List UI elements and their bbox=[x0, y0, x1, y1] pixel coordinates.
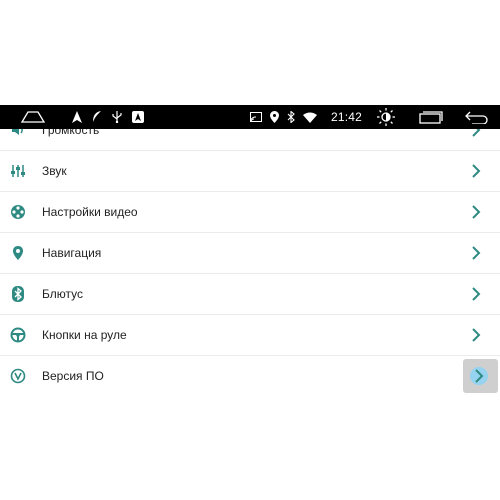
video-reel-icon bbox=[9, 203, 27, 221]
chevron-right-icon bbox=[470, 205, 482, 219]
chevron-right-icon bbox=[470, 328, 482, 342]
settings-item-label: Звук bbox=[42, 164, 67, 178]
settings-item-steering-buttons[interactable]: Кнопки на руле bbox=[0, 315, 500, 356]
back-icon[interactable] bbox=[464, 108, 490, 126]
settings-item-label: Кнопки на руле bbox=[42, 328, 127, 342]
home-outline-icon[interactable] bbox=[20, 108, 46, 126]
version-icon bbox=[9, 367, 27, 385]
system-status-bar: 21:42 bbox=[0, 105, 500, 129]
settings-item-sound[interactable]: Звук bbox=[0, 151, 500, 192]
wifi-icon bbox=[302, 108, 317, 126]
chevron-right-icon[interactable] bbox=[474, 369, 484, 388]
bluetooth-icon bbox=[287, 108, 295, 126]
recent-apps-icon[interactable] bbox=[418, 108, 444, 126]
settings-item-label: Версия ПО bbox=[42, 369, 104, 383]
equalizer-icon bbox=[9, 162, 27, 180]
chevron-right-icon bbox=[470, 246, 482, 260]
settings-item-label: Блютус bbox=[42, 287, 83, 301]
bluetooth-icon bbox=[9, 285, 27, 303]
carplay-icon bbox=[132, 108, 144, 126]
cast-icon bbox=[249, 108, 262, 126]
settings-item-video[interactable]: Настройки видео bbox=[0, 192, 500, 233]
settings-screen: Громкость Звук Настройки видео Навигация… bbox=[0, 105, 500, 395]
clock-time: 21:42 bbox=[330, 110, 362, 124]
map-pin-icon bbox=[9, 244, 27, 262]
settings-item-software-version[interactable]: Версия ПО bbox=[0, 356, 500, 395]
settings-item-label: Навигация bbox=[42, 246, 102, 260]
settings-item-bluetooth[interactable]: Блютус bbox=[0, 274, 500, 315]
chevron-right-icon bbox=[470, 164, 482, 178]
usb-icon bbox=[112, 108, 122, 126]
settings-item-navigation[interactable]: Навигация bbox=[0, 233, 500, 274]
navigation-arrow-icon bbox=[72, 108, 82, 126]
chevron-right-icon bbox=[470, 287, 482, 301]
status-bar-right: 21:42 bbox=[249, 108, 490, 126]
settings-item-label: Настройки видео bbox=[42, 205, 138, 219]
status-bar-left bbox=[20, 108, 144, 126]
location-icon bbox=[269, 108, 279, 126]
leaf-icon bbox=[92, 108, 102, 126]
brightness-icon[interactable] bbox=[376, 108, 396, 126]
steering-wheel-icon bbox=[9, 326, 27, 344]
